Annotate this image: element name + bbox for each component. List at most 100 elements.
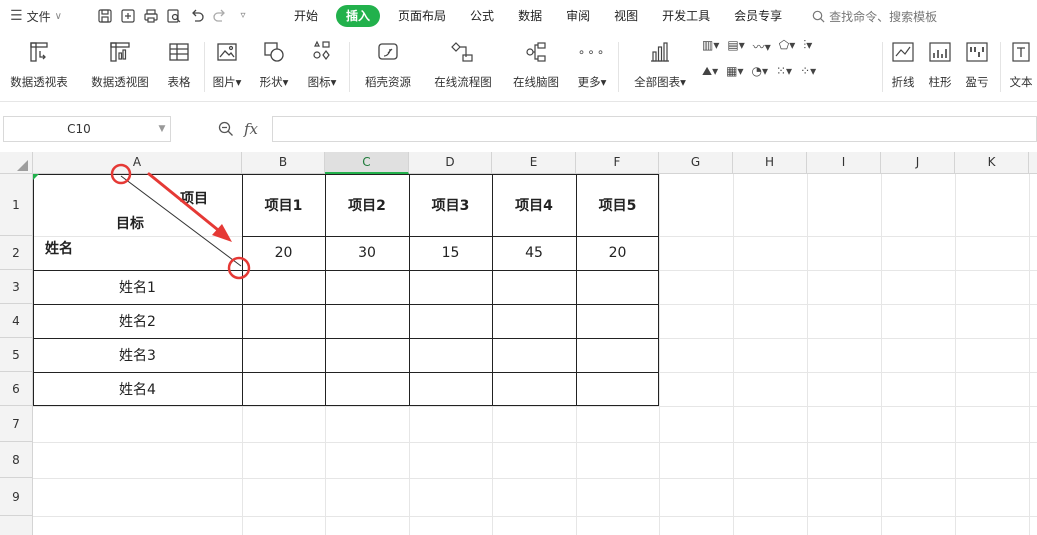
formula-bar: C10 ▼ fx <box>0 108 1037 148</box>
cell-c1[interactable]: 项目2 <box>325 174 409 236</box>
column-header-b[interactable]: B <box>242 152 325 174</box>
cell-e2[interactable]: 45 <box>492 236 576 270</box>
tab-page-layout[interactable]: 页面布局 <box>386 5 458 27</box>
cell-a3[interactable]: 姓名1 <box>33 270 242 304</box>
cell-d1[interactable]: 项目3 <box>409 174 492 236</box>
column-chart-icon[interactable]: ▥▾ <box>702 38 719 55</box>
column-header-j[interactable]: J <box>881 152 955 174</box>
column-header-d[interactable]: D <box>409 152 492 174</box>
tab-review[interactable]: 审阅 <box>554 5 602 27</box>
column-header-f[interactable]: F <box>576 152 659 174</box>
row-header-2[interactable]: 2 <box>0 236 33 270</box>
command-search[interactable]: 查找命令、搜索模板 <box>812 8 937 25</box>
tab-developer[interactable]: 开发工具 <box>650 5 722 27</box>
icon-button[interactable]: 图标▾ <box>301 32 343 102</box>
cell-d2[interactable]: 15 <box>409 236 492 270</box>
table-button[interactable]: 表格 <box>160 32 198 102</box>
row-header-9[interactable]: 9 <box>0 478 33 516</box>
column-header-e[interactable]: E <box>492 152 576 174</box>
row-header-6[interactable]: 6 <box>0 372 33 406</box>
pie-chart-icon[interactable]: ◔▾ <box>751 64 768 79</box>
tab-data[interactable]: 数据 <box>506 5 554 27</box>
more-button[interactable]: ∘∘∘ 更多▾ <box>570 32 614 102</box>
row-header-5[interactable]: 5 <box>0 338 33 372</box>
tab-home[interactable]: 开始 <box>282 5 330 27</box>
insert-function-icon[interactable]: fx <box>244 120 258 138</box>
table-label: 表格 <box>167 75 191 89</box>
row-header-1[interactable]: 1 <box>0 174 33 236</box>
export-pdf-icon[interactable] <box>121 9 135 23</box>
tab-view[interactable]: 视图 <box>602 5 650 27</box>
sparkline-line-button[interactable]: 折线 <box>886 32 920 102</box>
stock-chart-icon[interactable]: ⫶▾ <box>803 38 812 55</box>
bar-chart-icon[interactable]: ▤▾ <box>727 38 744 55</box>
textbox-label: 文本 <box>1009 75 1033 89</box>
row-header-4[interactable]: 4 <box>0 304 33 338</box>
cell-b2[interactable]: 20 <box>242 236 325 270</box>
customize-toolbar-icon[interactable]: ▿ <box>236 9 250 23</box>
pivot-table-button[interactable]: 数据透视表 <box>2 32 76 102</box>
print-icon[interactable] <box>144 9 158 23</box>
undo-icon[interactable] <box>190 9 204 23</box>
all-charts-label: 全部图表▾ <box>634 75 686 89</box>
cell-f2[interactable]: 20 <box>576 236 659 270</box>
all-charts-button[interactable]: 全部图表▾ <box>624 32 696 102</box>
cell-a5[interactable]: 姓名3 <box>33 338 242 372</box>
bubble-chart-icon[interactable]: ⁘▾ <box>800 64 816 79</box>
select-all-corner[interactable] <box>0 152 33 174</box>
cell-f1[interactable]: 项目5 <box>576 174 659 236</box>
cell-b1[interactable]: 项目1 <box>242 174 325 236</box>
row-header-7[interactable]: 7 <box>0 406 33 442</box>
column-header-h[interactable]: H <box>733 152 807 174</box>
sparkline-winloss-button[interactable]: 盈亏 <box>960 32 994 102</box>
resources-icon <box>378 43 398 60</box>
textbox-button[interactable]: 文本 <box>1004 32 1037 102</box>
ribbon-insert: 数据透视表 数据透视图 表格 图片▾ 形状▾ 图标▾ 稻壳资源 在线流程图 在线… <box>0 32 1037 102</box>
line-chart-icon[interactable]: 〰▾ <box>753 38 771 55</box>
shape-icon <box>264 42 284 62</box>
chevron-down-icon[interactable]: ▼ <box>154 124 170 134</box>
file-menu-label: 文件 <box>26 9 51 24</box>
column-header-i[interactable]: I <box>807 152 881 174</box>
file-menu[interactable]: ☰ 文件 ∨ <box>0 8 92 25</box>
formula-input[interactable] <box>272 116 1037 142</box>
row-header-8[interactable]: 8 <box>0 442 33 478</box>
shape-button[interactable]: 形状▾ <box>253 32 295 102</box>
column-header-k[interactable]: K <box>955 152 1029 174</box>
chart-types-row-1: ▥▾ ▤▾ 〰▾ ⬠▾ ⫶▾ <box>702 38 812 55</box>
save-icon[interactable] <box>98 9 112 23</box>
cell-e1[interactable]: 项目4 <box>492 174 576 236</box>
row-header-3[interactable]: 3 <box>0 270 33 304</box>
column-header-c[interactable]: C <box>325 152 409 174</box>
sparkline-winloss-icon <box>966 42 988 62</box>
cell-a4[interactable]: 姓名2 <box>33 304 242 338</box>
tab-membership[interactable]: 会员专享 <box>722 5 794 27</box>
mindmap-button[interactable]: 在线脑图 <box>504 32 568 102</box>
redo-icon[interactable] <box>213 9 227 23</box>
zoom-formula-icon[interactable] <box>218 121 234 137</box>
flowchart-button[interactable]: 在线流程图 <box>426 32 500 102</box>
picture-button[interactable]: 图片▾ <box>208 32 246 102</box>
print-preview-icon[interactable] <box>167 9 181 23</box>
resources-button[interactable]: 稻壳资源 <box>356 32 420 102</box>
radar-chart-icon[interactable]: ⬠▾ <box>779 38 795 55</box>
combo-chart-icon[interactable]: ▦▾ <box>726 64 743 79</box>
mindmap-label: 在线脑图 <box>513 75 559 89</box>
tab-formulas[interactable]: 公式 <box>458 5 506 27</box>
tab-insert[interactable]: 插入 <box>336 5 381 27</box>
row-header-10 <box>0 516 33 535</box>
pivot-chart-button[interactable]: 数据透视图 <box>83 32 157 102</box>
hamburger-icon: ☰ <box>10 8 23 24</box>
name-box[interactable]: C10 ▼ <box>3 116 171 142</box>
area-chart-icon[interactable]: ⛰▾ <box>702 64 718 79</box>
more-icon: ∘∘∘ <box>577 45 607 59</box>
ribbon-separator <box>1000 42 1001 92</box>
cell-c2[interactable]: 30 <box>325 236 409 270</box>
sparkline-line-icon <box>892 42 914 62</box>
scatter-chart-icon[interactable]: ⁙▾ <box>776 64 792 79</box>
sparkline-column-button[interactable]: 柱形 <box>923 32 957 102</box>
quick-access-toolbar: ▿ <box>92 9 282 23</box>
column-header-a[interactable]: A <box>33 152 242 174</box>
cell-a6[interactable]: 姓名4 <box>33 372 242 406</box>
column-header-g[interactable]: G <box>659 152 733 174</box>
